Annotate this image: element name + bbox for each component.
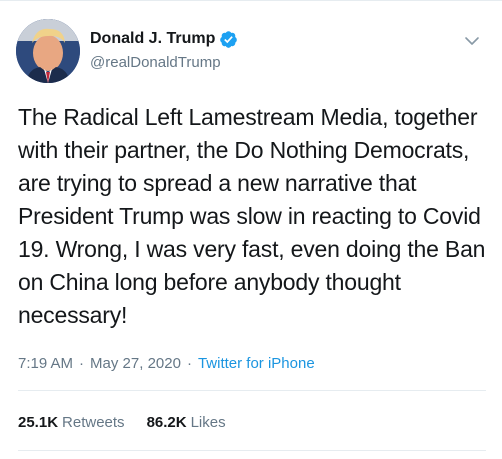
meta-separator: · xyxy=(186,355,192,372)
likes-stat[interactable]: 86.2K Likes xyxy=(147,413,226,433)
name-row: Donald J. Trump xyxy=(90,29,238,49)
tweet-text: The Radical Left Lamestream Media, toget… xyxy=(18,104,486,328)
divider xyxy=(18,450,486,451)
retweets-count: 25.1K xyxy=(18,414,59,431)
tweet-card: Donald J. Trump @realDonaldTrump The Rad… xyxy=(0,0,502,459)
likes-label: Likes xyxy=(190,414,226,431)
tweet-source-link[interactable]: Twitter for iPhone xyxy=(198,354,315,374)
handle[interactable]: @realDonaldTrump xyxy=(90,53,238,73)
divider xyxy=(18,390,486,391)
retweets-label: Retweets xyxy=(62,414,125,431)
verified-badge-icon xyxy=(219,30,238,49)
author-header: Donald J. Trump @realDonaldTrump xyxy=(90,29,238,73)
display-name[interactable]: Donald J. Trump xyxy=(90,29,215,49)
tweet-date[interactable]: May 27, 2020 xyxy=(90,354,181,374)
meta-separator: · xyxy=(79,355,85,372)
avatar[interactable] xyxy=(16,19,80,83)
tweet-meta: 7:19 AM · May 27, 2020 · Twitter for iPh… xyxy=(18,354,315,374)
retweets-stat[interactable]: 25.1K Retweets xyxy=(18,413,125,433)
likes-count: 86.2K xyxy=(146,414,187,431)
chevron-down-icon[interactable] xyxy=(464,33,480,49)
tweet-stats: 25.1K Retweets 86.2K Likes xyxy=(18,413,248,433)
tweet-time[interactable]: 7:19 AM xyxy=(18,354,73,374)
